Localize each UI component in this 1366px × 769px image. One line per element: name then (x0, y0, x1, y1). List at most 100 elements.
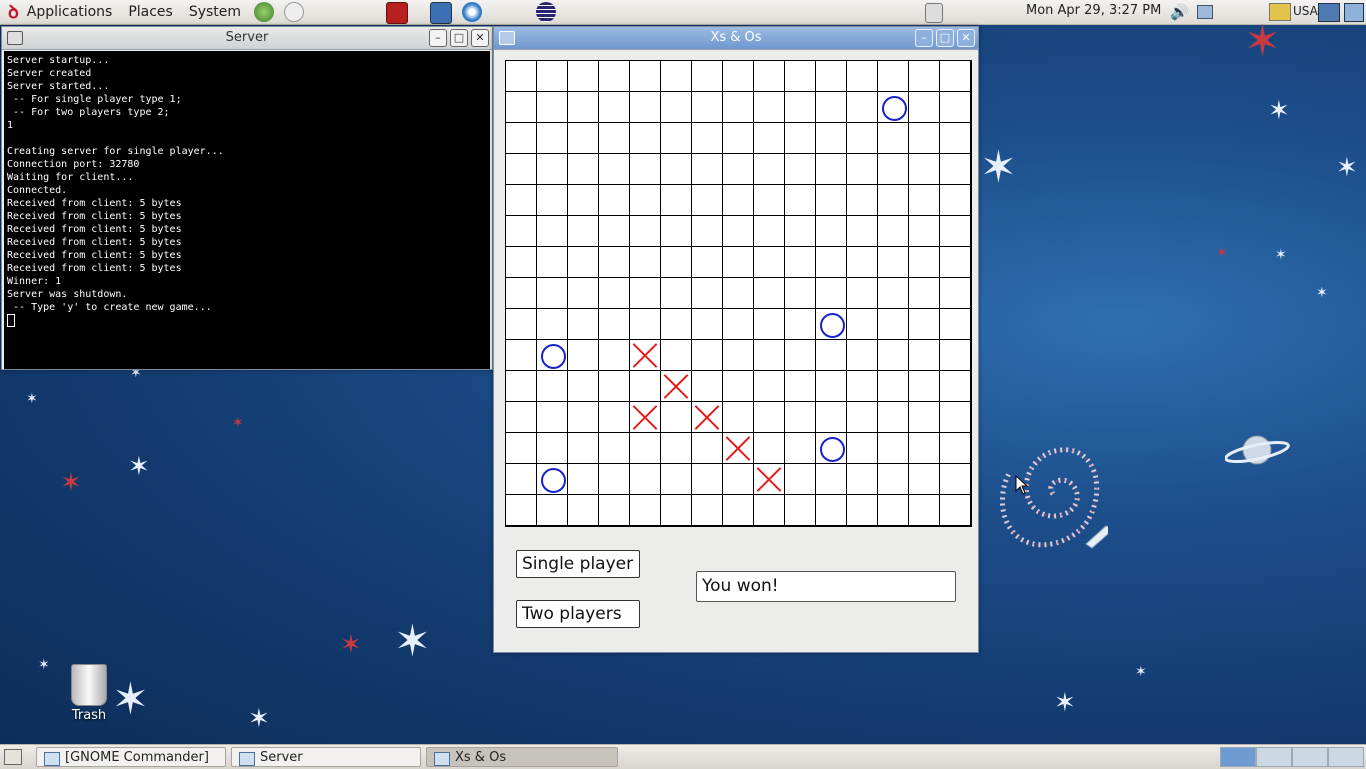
board-cell[interactable] (723, 309, 754, 340)
board-cell-x[interactable] (661, 371, 692, 402)
board-cell[interactable] (599, 495, 630, 526)
board-cell[interactable] (940, 433, 971, 464)
board-cell[interactable] (723, 247, 754, 278)
maximize-button[interactable]: □ (450, 29, 468, 47)
board-cell[interactable] (661, 433, 692, 464)
board-cell[interactable] (847, 464, 878, 495)
board-cell[interactable] (878, 402, 909, 433)
board-cell[interactable] (630, 247, 661, 278)
board-cell[interactable] (506, 433, 537, 464)
board-cell-x[interactable] (754, 464, 785, 495)
board-cell[interactable] (537, 92, 568, 123)
board-cell[interactable] (940, 185, 971, 216)
show-desktop-icon[interactable] (1197, 5, 1213, 19)
mail-icon[interactable] (284, 2, 305, 22)
board-cell[interactable] (878, 340, 909, 371)
eclipse-icon[interactable] (536, 2, 556, 22)
board-cell[interactable] (878, 433, 909, 464)
board-cell[interactable] (692, 309, 723, 340)
board-cell[interactable] (661, 247, 692, 278)
board-cell[interactable] (847, 92, 878, 123)
board-cell[interactable] (568, 340, 599, 371)
board-cell[interactable] (506, 61, 537, 92)
board-cell[interactable] (661, 185, 692, 216)
board-cell[interactable] (816, 216, 847, 247)
board-cell[interactable] (909, 185, 940, 216)
board-cell[interactable] (599, 247, 630, 278)
board-cell[interactable] (847, 495, 878, 526)
board-cell[interactable] (785, 433, 816, 464)
taskbar-item-xs-os[interactable]: Xs & Os (426, 747, 618, 767)
board-cell[interactable] (599, 216, 630, 247)
trash-desktop-icon[interactable]: Trash (64, 664, 114, 723)
board-cell[interactable] (940, 464, 971, 495)
workspace-1[interactable] (1220, 747, 1256, 767)
board-cell[interactable] (940, 123, 971, 154)
board-cell[interactable] (723, 123, 754, 154)
board-cell[interactable] (630, 309, 661, 340)
board-cell[interactable] (692, 61, 723, 92)
file-manager-icon[interactable] (430, 2, 452, 24)
board-cell[interactable] (630, 154, 661, 185)
board-cell[interactable] (847, 340, 878, 371)
close-button[interactable]: ✕ (471, 29, 489, 47)
board-cell[interactable] (568, 433, 599, 464)
board-cell[interactable] (661, 495, 692, 526)
board-cell[interactable] (568, 402, 599, 433)
board-cell[interactable] (754, 61, 785, 92)
clock[interactable]: Mon Apr 29, 3:27 PM (1026, 3, 1161, 18)
board-cell[interactable] (940, 495, 971, 526)
board-cell[interactable] (537, 278, 568, 309)
board-cell[interactable] (847, 433, 878, 464)
board-cell[interactable] (537, 154, 568, 185)
board-cell[interactable] (661, 402, 692, 433)
volume-icon[interactable]: 🔊 (1170, 3, 1189, 21)
workspace-3[interactable] (1292, 747, 1328, 767)
web-browser-icon[interactable] (462, 2, 482, 22)
board-cell[interactable] (754, 340, 785, 371)
board-cell[interactable] (599, 92, 630, 123)
show-desktop-button[interactable] (4, 749, 22, 765)
board-cell[interactable] (878, 247, 909, 278)
keyboard-layout-indicator[interactable]: USA (1293, 4, 1318, 18)
board-cell[interactable] (599, 464, 630, 495)
workspace-4[interactable] (1328, 747, 1364, 767)
board-cell[interactable] (692, 464, 723, 495)
board-cell[interactable] (568, 247, 599, 278)
board-cell[interactable] (506, 216, 537, 247)
board-cell[interactable] (568, 185, 599, 216)
board-cell[interactable] (847, 371, 878, 402)
maximize-button[interactable]: □ (936, 29, 954, 47)
board-cell[interactable] (599, 402, 630, 433)
board-cell[interactable] (816, 92, 847, 123)
board-cell[interactable] (909, 216, 940, 247)
board-cell[interactable] (537, 185, 568, 216)
board-cell[interactable] (630, 92, 661, 123)
board-cell[interactable] (940, 61, 971, 92)
board-cell[interactable] (754, 92, 785, 123)
board-cell[interactable] (506, 340, 537, 371)
board-cell[interactable] (630, 464, 661, 495)
board-cell[interactable] (506, 309, 537, 340)
board-cell[interactable] (537, 247, 568, 278)
board-cell[interactable] (754, 278, 785, 309)
board-cell[interactable] (847, 309, 878, 340)
board-cell[interactable] (506, 247, 537, 278)
game-board[interactable] (505, 60, 972, 527)
board-cell[interactable] (816, 123, 847, 154)
board-cell[interactable] (723, 340, 754, 371)
board-cell[interactable] (816, 154, 847, 185)
board-cell[interactable] (940, 402, 971, 433)
board-cell[interactable] (754, 154, 785, 185)
board-cell[interactable] (599, 433, 630, 464)
board-cell[interactable] (599, 154, 630, 185)
board-cell-o[interactable] (537, 340, 568, 371)
server-titlebar[interactable]: Server – □ ✕ (2, 27, 492, 50)
board-cell[interactable] (754, 371, 785, 402)
board-cell[interactable] (847, 154, 878, 185)
board-cell-x[interactable] (630, 402, 661, 433)
board-cell[interactable] (568, 309, 599, 340)
board-cell[interactable] (878, 371, 909, 402)
board-cell[interactable] (599, 309, 630, 340)
board-cell[interactable] (692, 495, 723, 526)
